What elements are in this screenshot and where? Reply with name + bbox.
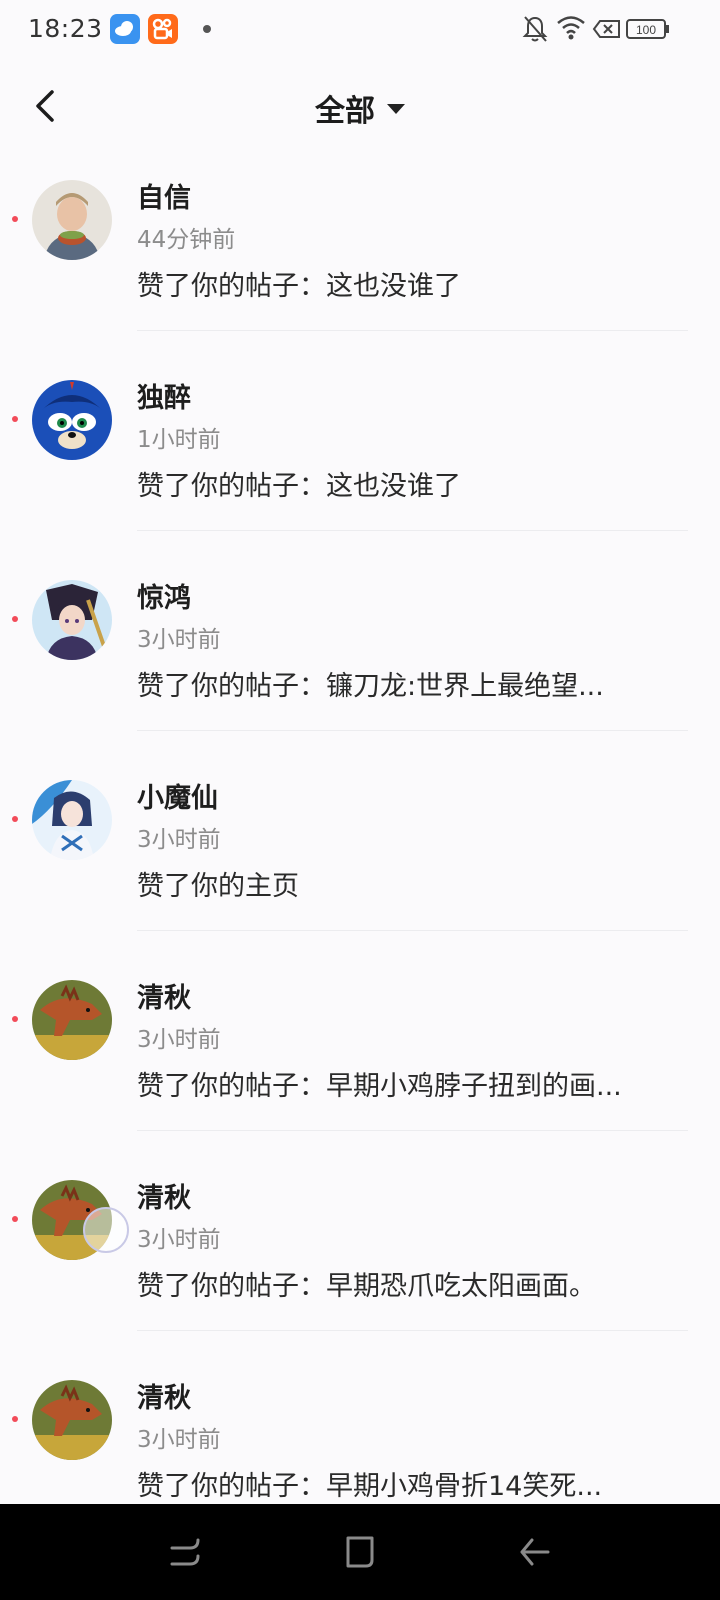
notification-message[interactable]: 赞了你的帖子：这也没谁了	[137, 264, 461, 303]
notification-list: 自信 44分钟前 赞了你的帖子：这也没谁了 独醉 1小时前 赞了你的帖子：这也没	[0, 154, 720, 1554]
avatar[interactable]	[32, 180, 112, 260]
back-button[interactable]	[28, 84, 68, 128]
divider	[137, 330, 688, 331]
timestamp: 3小时前	[137, 1227, 221, 1253]
divider	[137, 1330, 688, 1331]
avatar[interactable]	[32, 980, 112, 1060]
caret-down-icon	[387, 104, 405, 114]
avatar[interactable]	[32, 780, 112, 860]
status-time: 18:23	[28, 14, 103, 43]
unread-dot	[12, 1416, 18, 1422]
avatar-anime-girl-blue-icon	[32, 780, 112, 860]
timestamp: 3小时前	[137, 827, 221, 853]
user-name[interactable]: 自信	[137, 176, 191, 215]
avatar-blue-hedgehog-icon	[32, 380, 112, 460]
battery-level: 100	[636, 23, 656, 37]
unread-dot	[12, 1216, 18, 1222]
weather-app-icon	[110, 14, 140, 44]
list-item[interactable]: 清秋 3小时前 赞了你的帖子：早期小鸡脖子扭到的画...	[0, 954, 720, 1154]
avatar[interactable]	[32, 580, 112, 660]
back-icon	[520, 1538, 550, 1566]
kuaishou-app-icon	[148, 14, 178, 44]
avatar-dinosaur-icon	[32, 980, 112, 1060]
battery-icon: 100	[626, 14, 670, 48]
home-icon	[346, 1536, 374, 1568]
unread-dot	[12, 416, 18, 422]
timestamp: 3小时前	[137, 1427, 221, 1453]
avatar-man-holding-food-icon	[32, 180, 112, 260]
bell-muted-icon	[522, 14, 548, 48]
filter-dropdown[interactable]: 全部	[0, 62, 720, 154]
user-name[interactable]: 小魔仙	[137, 776, 218, 815]
notification-message[interactable]: 赞了你的主页	[137, 864, 299, 903]
notification-dot-icon	[203, 25, 211, 33]
unread-dot	[12, 616, 18, 622]
recent-apps-button[interactable]	[168, 1534, 204, 1574]
status-bar: 18:23 100	[0, 0, 720, 62]
recent-apps-icon	[170, 1538, 200, 1566]
notification-message[interactable]: 赞了你的帖子：早期小鸡脖子扭到的画...	[137, 1064, 622, 1103]
user-name[interactable]: 独醉	[137, 376, 191, 415]
unread-dot	[12, 816, 18, 822]
nav-back-button[interactable]	[516, 1534, 552, 1574]
notification-message[interactable]: 赞了你的帖子：早期恐爪吃太阳画面。	[137, 1264, 596, 1303]
user-name[interactable]: 惊鸿	[137, 576, 191, 615]
avatar[interactable]	[32, 1380, 112, 1460]
divider	[137, 530, 688, 531]
page-title: 全部	[315, 94, 375, 129]
user-name[interactable]: 清秋	[137, 976, 191, 1015]
list-item[interactable]: 清秋 3小时前 赞了你的帖子：早期恐爪吃太阳画面。	[0, 1154, 720, 1354]
timestamp: 1小时前	[137, 427, 221, 453]
timestamp: 3小时前	[137, 1027, 221, 1053]
header: 全部	[0, 62, 720, 154]
list-item[interactable]: 独醉 1小时前 赞了你的帖子：这也没谁了	[0, 354, 720, 554]
wifi-icon	[556, 14, 586, 46]
unread-dot	[12, 216, 18, 222]
notification-message[interactable]: 赞了你的帖子：镰刀龙:世界上最绝望...	[137, 664, 604, 703]
touch-indicator	[83, 1207, 129, 1253]
divider	[137, 730, 688, 731]
divider	[137, 1130, 688, 1131]
timestamp: 3小时前	[137, 627, 221, 653]
avatar[interactable]	[32, 380, 112, 460]
notification-message[interactable]: 赞了你的帖子：这也没谁了	[137, 464, 461, 503]
divider	[137, 930, 688, 931]
user-name[interactable]: 清秋	[137, 1376, 191, 1415]
avatar-anime-warrior-icon	[32, 580, 112, 660]
unread-dot	[12, 1016, 18, 1022]
sim-no-signal-icon	[592, 14, 622, 48]
list-item[interactable]: 自信 44分钟前 赞了你的帖子：这也没谁了	[0, 154, 720, 354]
list-item[interactable]: 惊鸿 3小时前 赞了你的帖子：镰刀龙:世界上最绝望...	[0, 554, 720, 754]
chevron-left-icon	[36, 90, 54, 122]
home-button[interactable]	[342, 1534, 378, 1574]
system-nav-bar	[0, 1504, 720, 1600]
list-item[interactable]: 小魔仙 3小时前 赞了你的主页	[0, 754, 720, 954]
notification-message[interactable]: 赞了你的帖子：早期小鸡骨折14笑死...	[137, 1464, 602, 1503]
user-name[interactable]: 清秋	[137, 1176, 191, 1215]
timestamp: 44分钟前	[137, 227, 236, 253]
avatar-dinosaur-icon	[32, 1380, 112, 1460]
